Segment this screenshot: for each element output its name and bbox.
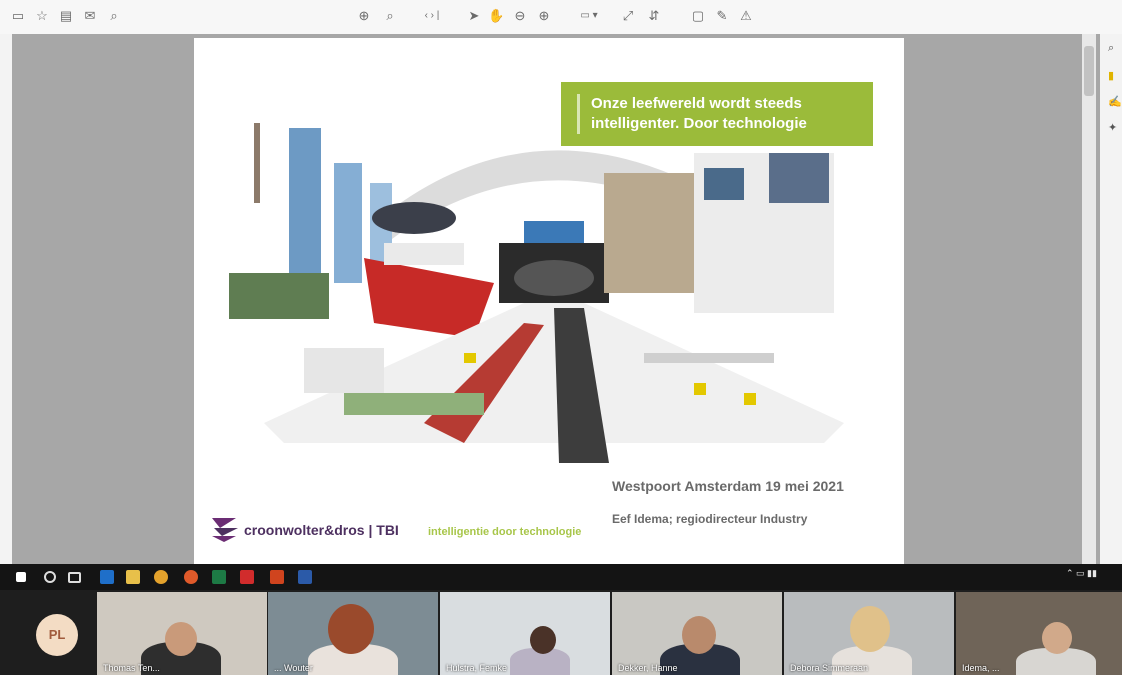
participant-name: Hulstra, Femke [446,663,508,673]
tools-icon[interactable]: ✦ [1108,122,1120,134]
banner-accent-bar [577,94,580,134]
participant-tile[interactable]: Debora Simmeraan [784,592,954,675]
slide-headline: Onze leefwereld wordt steeds intelligent… [591,95,807,132]
search-icon[interactable] [44,571,56,583]
zoom-search-icon[interactable]: ⌕ [382,8,398,24]
pen-icon[interactable]: ✎ [714,8,730,24]
participant-name: Debora Simmeraan [790,663,869,673]
company-logo-text: croonwolter&dros | TBI [244,522,399,538]
viewer-toolbar: ▭ ☆ ▤ ✉ ⌕ ⊕ ⌕ ‹ › | ➤ ✋ ⊖ ⊕ ▭ ▾ ⤢ ⇵ ▢ ✎ … [0,0,1122,35]
windows-taskbar [0,564,1122,590]
scroll-mode-icon[interactable]: ⇵ [646,8,662,24]
fill-sign-icon[interactable]: ✍ [1108,96,1122,108]
participant-face [1042,622,1072,654]
page-nav-icon[interactable]: ‹ › | [412,8,452,24]
technology-collage-image [229,123,844,463]
headline-banner: Onze leefwereld wordt steeds intelligent… [561,82,873,146]
presentation-slide: Onze leefwereld wordt steeds intelligent… [194,38,904,564]
search-icon[interactable]: ⌕ [106,8,122,24]
participant-name: Idema, ... [962,663,1000,673]
zoom-out-icon[interactable]: ⊖ [512,8,528,24]
system-tray[interactable]: ⌃ ▭ ▮▮ [1066,568,1097,578]
chrome-icon[interactable] [154,570,168,584]
participant-tile[interactable]: Idema, ... [956,592,1122,675]
zoom-icon[interactable]: ⊕ [356,8,372,24]
left-panel-collapsed[interactable] [0,34,12,564]
zoom-in-icon[interactable]: ⊕ [536,8,552,24]
print-icon[interactable]: ▤ [58,8,74,24]
participant-tile[interactable]: Hulstra, Femke [440,592,610,675]
excel-icon[interactable] [212,570,226,584]
hand-icon[interactable]: ✋ [488,8,504,24]
powerpoint-icon[interactable] [270,570,284,584]
fit-page-icon[interactable]: ⤢ [620,8,636,24]
comment-icon[interactable]: ▢ [690,8,706,24]
self-avatar[interactable]: PL [36,614,78,656]
participant-face [850,606,890,652]
save-icon[interactable]: ▭ [10,8,26,24]
firefox-icon[interactable] [184,570,198,584]
outlook-icon[interactable] [100,570,114,584]
email-icon[interactable]: ✉ [82,8,98,24]
right-tools-panel [1100,34,1122,564]
select-cursor-icon[interactable]: ➤ [466,8,482,24]
bookmark-icon[interactable]: ☆ [34,8,50,24]
task-view-icon[interactable] [68,572,81,583]
search-icon[interactable]: ⌕ [1108,42,1120,54]
participant-face [530,626,556,654]
participant-face [328,604,374,654]
word-icon[interactable] [298,570,312,584]
acrobat-icon[interactable] [240,570,254,584]
zoom-level-dropdown[interactable]: ▭ ▾ [574,8,604,24]
croonwolter-logo-icon [212,518,238,542]
vertical-scrollbar[interactable] [1082,34,1096,564]
scrollbar-thumb[interactable] [1084,46,1094,96]
windows-start-icon[interactable] [16,572,26,582]
slide-presenter: Eef Idema; regiodirecteur Industry [612,512,808,526]
participant-name: Thomas Ten... [103,663,160,673]
participant-tile[interactable]: Dekker, Hanne [612,592,782,675]
file-explorer-icon[interactable] [126,570,140,584]
participant-face [165,622,197,656]
highlight-icon[interactable]: ⚠ [738,8,754,24]
company-tagline: intelligentie door technologie [428,526,582,538]
participant-tile[interactable]: Thomas Ten... [97,592,267,675]
participant-name: ... Wouter [274,663,313,673]
participant-name: Dekker, Hanne [618,663,678,673]
participant-tile[interactable]: ... Wouter [268,592,438,675]
slide-date-location: Westpoort Amsterdam 19 mei 2021 [612,478,844,494]
comment-icon[interactable]: ▮ [1108,70,1120,82]
participant-face [682,616,716,654]
